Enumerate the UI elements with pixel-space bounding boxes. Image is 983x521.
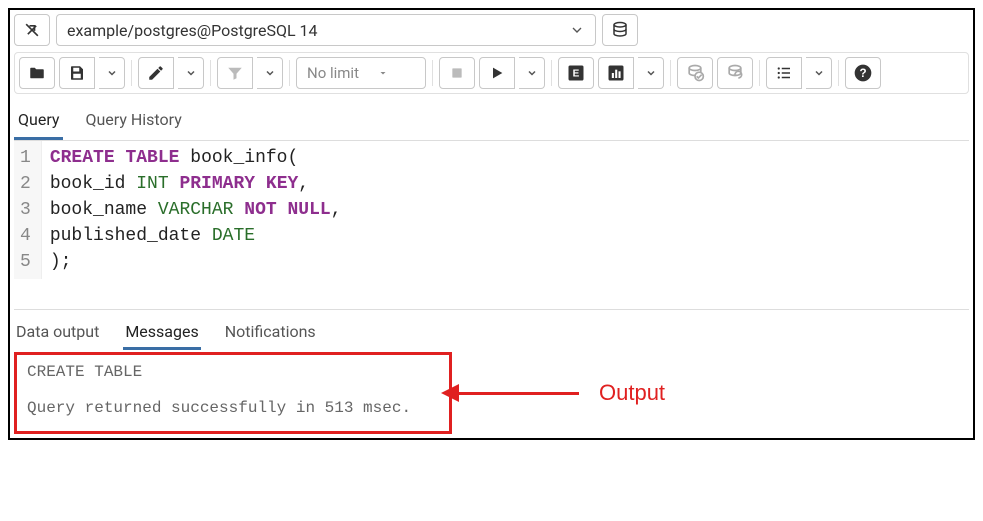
messages-panel-wrap: CREATE TABLE Query returned successfully… (14, 352, 969, 434)
line-gutter: 1 2 3 4 5 (14, 141, 42, 279)
commit-button[interactable] (677, 57, 713, 89)
tab-data-output[interactable]: Data output (14, 316, 101, 350)
rollback-button[interactable] (717, 57, 753, 89)
save-icon (68, 64, 86, 82)
chevron-down-icon (813, 67, 825, 79)
stop-button[interactable] (439, 57, 475, 89)
svg-text:E: E (573, 68, 580, 79)
filter-icon (226, 64, 244, 82)
tab-label: Notifications (225, 322, 316, 341)
row-limit-select[interactable]: No limit (296, 57, 426, 89)
tab-label: Query (18, 110, 59, 129)
save-button[interactable] (59, 57, 95, 89)
message-line-1: CREATE TABLE (27, 363, 439, 381)
explain-button[interactable]: E (558, 57, 594, 89)
connection-status-button[interactable] (14, 14, 50, 46)
tab-messages[interactable]: Messages (123, 316, 200, 350)
chevron-down-icon (645, 67, 657, 79)
chevron-down-icon (569, 22, 585, 38)
explain-analyze-button[interactable] (598, 57, 634, 89)
disconnected-icon (22, 20, 42, 40)
annotation-label: Output (599, 380, 665, 406)
open-file-button[interactable] (19, 57, 55, 89)
messages-panel: CREATE TABLE Query returned successfully… (14, 352, 452, 434)
connection-select[interactable]: example/postgres@PostgreSQL 14 (56, 14, 596, 46)
list-icon (775, 64, 793, 82)
chevron-down-icon (185, 67, 197, 79)
execute-button[interactable] (479, 57, 515, 89)
annotation-arrow: Output (459, 380, 665, 406)
edit-dropdown[interactable] (178, 57, 204, 89)
play-icon (489, 65, 505, 81)
filter-button[interactable] (217, 57, 253, 89)
macros-dropdown[interactable] (806, 57, 832, 89)
database-icon (611, 21, 629, 39)
server-button[interactable] (602, 14, 638, 46)
macros-button[interactable] (766, 57, 802, 89)
sql-editor[interactable]: 1 2 3 4 5 CREATE TABLE book_info(book_id… (14, 141, 969, 279)
stop-icon (449, 65, 465, 81)
code-content: CREATE TABLE book_info(book_id INT PRIMA… (42, 141, 350, 279)
tab-notifications[interactable]: Notifications (223, 316, 318, 350)
filter-dropdown[interactable] (257, 57, 283, 89)
help-icon: ? (853, 63, 873, 83)
toolbar: No limit E (14, 52, 969, 94)
chevron-down-icon (106, 67, 118, 79)
pencil-icon (147, 64, 165, 82)
tab-label: Messages (125, 322, 198, 341)
connection-row: example/postgres@PostgreSQL 14 (14, 14, 969, 46)
tab-query[interactable]: Query (14, 102, 63, 140)
editor-tabs: Query Query History (14, 102, 969, 141)
row-limit-label: No limit (307, 64, 359, 82)
svg-text:?: ? (859, 67, 866, 80)
message-line-2: Query returned successfully in 513 msec. (27, 399, 439, 417)
tab-label: Query History (85, 110, 181, 129)
chevron-down-icon (264, 67, 276, 79)
explain-analyze-dropdown[interactable] (638, 57, 664, 89)
tab-query-history[interactable]: Query History (81, 102, 185, 140)
explain-icon: E (566, 63, 586, 83)
rollback-icon (725, 63, 745, 83)
tab-label: Data output (16, 322, 99, 341)
analyze-icon (606, 63, 626, 83)
connection-label: example/postgres@PostgreSQL 14 (67, 21, 318, 40)
save-dropdown[interactable] (99, 57, 125, 89)
help-button[interactable]: ? (845, 57, 881, 89)
chevron-down-icon (526, 67, 538, 79)
commit-icon (685, 63, 705, 83)
caret-down-icon (377, 67, 389, 79)
folder-icon (28, 64, 46, 82)
execute-dropdown[interactable] (519, 57, 545, 89)
output-tabs: Data output Messages Notifications (14, 316, 969, 350)
edit-button[interactable] (138, 57, 174, 89)
